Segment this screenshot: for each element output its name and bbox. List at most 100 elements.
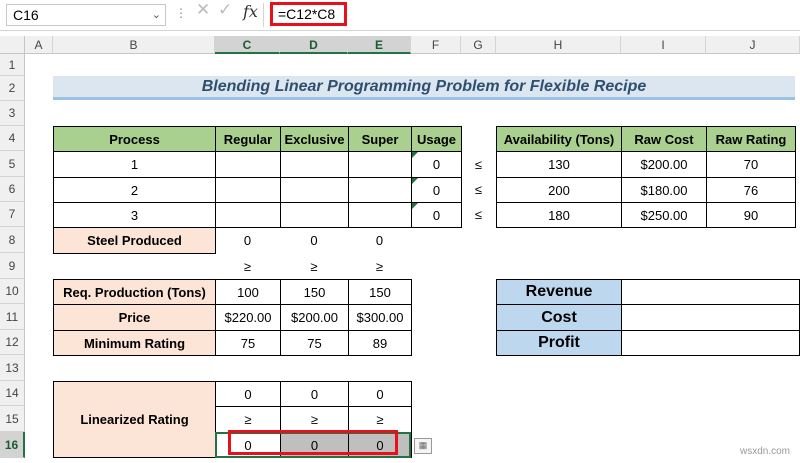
usage-cell[interactable]: 0 (411, 151, 462, 178)
row-header-2[interactable]: 2 (0, 76, 25, 101)
row-header-15[interactable]: 15 (0, 406, 25, 432)
cost-value[interactable] (621, 304, 800, 331)
insert-function-icon[interactable]: fx (243, 2, 258, 21)
usage-cell[interactable]: 0 (411, 177, 462, 203)
profit-label[interactable]: Profit (496, 330, 622, 356)
raw-rating-cell[interactable]: 70 (706, 151, 796, 178)
row-header-8[interactable]: 8 (0, 227, 25, 253)
row-header-13[interactable]: 13 (0, 355, 25, 381)
price-cell[interactable]: $200.00 (280, 304, 349, 331)
linearized-cell[interactable]: 0 (348, 381, 412, 407)
page-title[interactable]: Blending Linear Programming Problem for … (53, 76, 795, 100)
input-cell[interactable] (280, 151, 349, 178)
req-production-cell[interactable]: 100 (215, 279, 281, 305)
row-header-11[interactable]: 11 (0, 304, 25, 330)
input-cell[interactable] (215, 151, 281, 178)
col-header-g[interactable]: G (461, 36, 496, 54)
availability-cell[interactable]: 180 (496, 202, 622, 228)
geq-sign[interactable]: ≥ (348, 253, 411, 279)
header-availability[interactable]: Availability (Tons) (496, 126, 622, 152)
col-header-e[interactable]: E (348, 36, 411, 54)
col-header-f[interactable]: F (411, 36, 461, 54)
linearized-rating-label[interactable]: Linearized Rating (53, 381, 216, 458)
raw-cost-cell[interactable]: $200.00 (621, 151, 707, 178)
process-cell[interactable]: 2 (53, 177, 216, 203)
col-header-i[interactable]: I (621, 36, 706, 54)
steel-produced-value[interactable]: 0 (215, 227, 280, 253)
leq-sign[interactable]: ≤ (461, 177, 496, 202)
formula-input[interactable]: =C12*C8 (270, 2, 347, 26)
input-cell[interactable] (280, 202, 349, 228)
availability-cell[interactable]: 130 (496, 151, 622, 178)
raw-cost-cell[interactable]: $180.00 (621, 177, 707, 203)
usage-cell[interactable]: 0 (411, 202, 462, 228)
availability-cell[interactable]: 200 (496, 177, 622, 203)
enter-icon[interactable]: ✓ (218, 0, 232, 20)
geq-sign[interactable]: ≥ (348, 406, 412, 433)
row-header-9[interactable]: 9 (0, 253, 25, 279)
header-raw-cost[interactable]: Raw Cost (621, 126, 707, 152)
minimum-rating-label[interactable]: Minimum Rating (53, 330, 216, 356)
header-super[interactable]: Super (348, 126, 412, 152)
raw-rating-cell[interactable]: 90 (706, 202, 796, 228)
req-production-cell[interactable]: 150 (280, 279, 349, 305)
price-cell[interactable]: $300.00 (348, 304, 412, 331)
header-usage[interactable]: Usage (411, 126, 462, 152)
revenue-value[interactable] (621, 279, 800, 305)
input-cell[interactable] (215, 202, 281, 228)
minimum-rating-cell[interactable]: 75 (215, 330, 281, 356)
cost-label[interactable]: Cost (496, 304, 622, 331)
geq-sign[interactable]: ≥ (280, 253, 348, 279)
input-cell[interactable] (348, 202, 412, 228)
linearized-cell[interactable]: 0 (215, 381, 281, 407)
input-cell[interactable] (280, 177, 349, 203)
geq-sign[interactable]: ≥ (215, 406, 281, 433)
row-header-6[interactable]: 6 (0, 177, 25, 202)
revenue-label[interactable]: Revenue (496, 279, 622, 305)
row-header-16[interactable]: 16 (0, 432, 25, 458)
col-header-b[interactable]: B (53, 36, 215, 54)
minimum-rating-cell[interactable]: 89 (348, 330, 412, 356)
chevron-down-icon[interactable]: ⌄ (152, 5, 161, 25)
raw-cost-cell[interactable]: $250.00 (621, 202, 707, 228)
header-exclusive[interactable]: Exclusive (280, 126, 349, 152)
leq-sign[interactable]: ≤ (461, 202, 496, 227)
row-header-1[interactable]: 1 (0, 54, 25, 76)
header-raw-rating[interactable]: Raw Rating (706, 126, 796, 152)
input-cell[interactable] (348, 177, 412, 203)
row-header-4[interactable]: 4 (0, 126, 25, 151)
geq-sign[interactable]: ≥ (215, 253, 280, 279)
cancel-icon[interactable]: ✕ (196, 0, 210, 20)
req-production-cell[interactable]: 150 (348, 279, 412, 305)
name-box[interactable]: C16 ⌄ (6, 4, 166, 26)
row-header-12[interactable]: 12 (0, 330, 25, 355)
price-cell[interactable]: $220.00 (215, 304, 281, 331)
geq-sign[interactable]: ≥ (280, 406, 349, 433)
col-header-h[interactable]: H (496, 36, 621, 54)
leq-sign[interactable]: ≤ (461, 151, 496, 177)
row-header-3[interactable]: 3 (0, 101, 25, 126)
col-header-d[interactable]: D (280, 36, 348, 54)
select-all-corner[interactable] (0, 36, 25, 54)
row-header-5[interactable]: 5 (0, 151, 25, 177)
steel-produced-value[interactable]: 0 (348, 227, 411, 253)
header-regular[interactable]: Regular (215, 126, 281, 152)
raw-rating-cell[interactable]: 76 (706, 177, 796, 203)
input-cell[interactable] (348, 151, 412, 178)
steel-produced-value[interactable]: 0 (280, 227, 348, 253)
more-options-icon[interactable]: ⋮ (175, 6, 187, 20)
process-cell[interactable]: 1 (53, 151, 216, 178)
row-header-14[interactable]: 14 (0, 381, 25, 406)
row-header-10[interactable]: 10 (0, 279, 25, 304)
minimum-rating-cell[interactable]: 75 (280, 330, 349, 356)
process-cell[interactable]: 3 (53, 202, 216, 228)
price-label[interactable]: Price (53, 304, 216, 331)
input-cell[interactable] (215, 177, 281, 203)
quick-analysis-icon[interactable]: ▦ (414, 438, 432, 454)
col-header-a[interactable]: A (25, 36, 53, 54)
steel-produced-label[interactable]: Steel Produced (53, 227, 216, 254)
linearized-cell[interactable]: 0 (280, 381, 349, 407)
profit-value[interactable] (621, 330, 800, 356)
col-header-c[interactable]: C (215, 36, 280, 54)
row-header-7[interactable]: 7 (0, 202, 25, 227)
